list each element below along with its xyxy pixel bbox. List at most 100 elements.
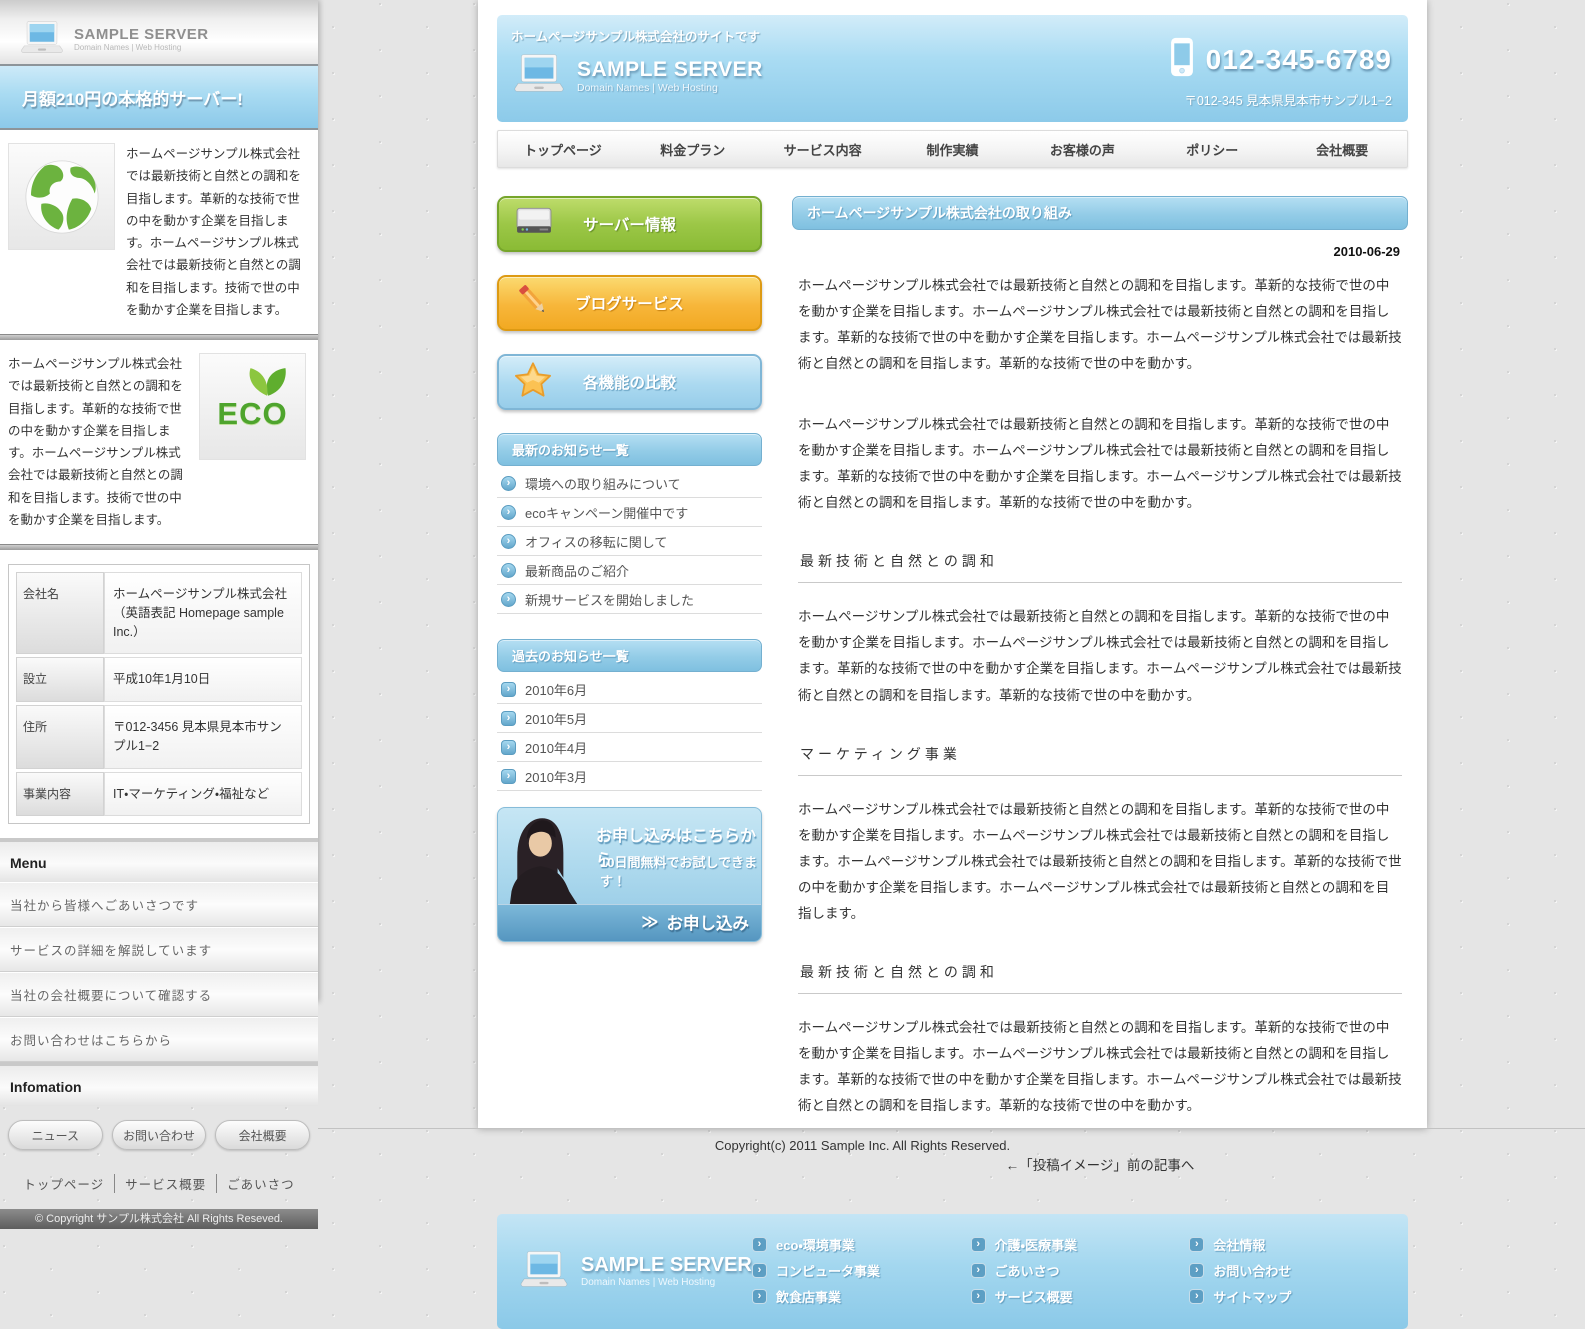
signup-banner[interactable]: お申し込みはこちらから 10日間無料でお試しできます！ ≫ お申し込み <box>497 807 762 942</box>
nav-testimonials[interactable]: お客様の声 <box>1017 131 1147 167</box>
footer-link[interactable]: › サービス概要 <box>971 1287 1190 1306</box>
sidebar-item-contact[interactable]: お問い合わせはこちらから <box>0 1017 318 1062</box>
phone-icon <box>1170 37 1194 82</box>
table-row: 事業内容 IT・マーケティング・福祉など <box>16 772 302 817</box>
row-value: 〒012-3456 見本県見本市サンプル1−2 <box>104 705 302 769</box>
news-list: › 環境への取り組みについて › ecoキャンペーン開催中です › オフィスの移… <box>497 469 762 614</box>
footer-link[interactable]: › サイトマップ <box>1189 1287 1408 1306</box>
feature-compare-label: 各機能の比較 <box>583 371 676 393</box>
arrow-circle-icon: › <box>501 534 516 549</box>
footer-link[interactable]: › 介護・医療事業 <box>971 1235 1190 1254</box>
nav-company[interactable]: 会社概要 <box>1277 131 1407 167</box>
sidebar-item-services[interactable]: サービスの詳細を解説しています <box>0 927 318 972</box>
archive-link[interactable]: › 2010年3月 <box>497 762 762 791</box>
article-section-heading: 最新技術と自然との調和 <box>798 551 1402 583</box>
article-paragraph: ホームページサンプル株式会社では最新技術と自然との調和を目指します。革新的な技術… <box>798 1015 1402 1119</box>
signup-banner-line2: 10日間無料でお試しできます！ <box>600 852 761 890</box>
footer-link[interactable]: › eco・環境事業 <box>752 1235 971 1254</box>
article-section-heading: 最新技術と自然との調和 <box>798 962 1402 994</box>
sidebar-item-greeting[interactable]: 当社から皆様へごあいさつです <box>0 882 318 927</box>
sidebar-logo-title: SAMPLE SERVER <box>74 26 209 43</box>
arrow-square-icon: › <box>971 1263 986 1278</box>
pencil-icon <box>515 283 551 324</box>
footer-column: › eco・環境事業 › コンピュータ事業 › 飲食店事業 <box>752 1228 971 1319</box>
news-link[interactable]: › オフィスの移転に関して <box>497 527 762 556</box>
arrow-square-icon: › <box>501 711 516 726</box>
news-link[interactable]: › ecoキャンペーン開催中です <box>497 498 762 527</box>
table-row: 住所 〒012-3456 見本県見本市サンプル1−2 <box>16 705 302 769</box>
sidebar-footer-links: トップページサービス概要ごあいさつ <box>0 1174 318 1193</box>
aside-column: サーバー情報 ブログサービス <box>497 196 762 1174</box>
arrow-square-icon: › <box>752 1289 767 1304</box>
arrow-circle-icon: › <box>501 476 516 491</box>
header-tagline: ホームページサンプル株式会社のサイトです <box>511 26 760 45</box>
leaf-icon <box>245 364 291 403</box>
footer-logo: SAMPLE SERVER Domain Names | Web Hosting <box>497 1214 752 1329</box>
footer-link[interactable]: › コンピュータ事業 <box>752 1261 971 1280</box>
site-logo[interactable]: SAMPLE SERVER Domain Names | Web Hosting <box>513 53 763 98</box>
footer-link[interactable]: › ごあいさつ <box>971 1261 1190 1280</box>
footer-link[interactable]: › 飲食店事業 <box>752 1287 971 1306</box>
link-top-page[interactable]: トップページ <box>13 1174 114 1193</box>
table-row: 会社名 ホームページサンプル株式会社 （英語表記 Homepage sample… <box>16 572 302 654</box>
sidebar-about-text-2: ホームページサンプル株式会社では最新技術と自然との調和を目指します。革新的な技術… <box>8 353 188 531</box>
sidebar-copyright: © Copyright サンプル株式会社 All Rights Reseved. <box>0 1209 318 1229</box>
header-contact: 012-345-6789 〒012-345 見本県見本市サンプル1−2 <box>1170 37 1392 109</box>
arrow-square-icon: › <box>1189 1237 1204 1252</box>
server-info-button[interactable]: サーバー情報 <box>497 196 762 252</box>
blog-service-button[interactable]: ブログサービス <box>497 275 762 331</box>
footer-column: › 介護・医療事業 › ごあいさつ › サービス概要 <box>971 1228 1190 1319</box>
row-label: 設立 <box>16 657 104 702</box>
signup-cta[interactable]: ≫ お申し込み <box>641 910 749 934</box>
row-value: IT・マーケティング・福祉など <box>104 772 302 817</box>
menu-heading: Menu <box>0 838 318 882</box>
table-row: 設立 平成10年1月10日 <box>16 657 302 702</box>
signup-cta-label: お申し込み <box>667 910 750 934</box>
nav-works[interactable]: 制作実績 <box>888 131 1018 167</box>
laptop-icon <box>20 20 64 59</box>
sidebar-logo: SAMPLE SERVER Domain Names | Web Hosting <box>0 0 318 64</box>
main-panel: ホームページサンプル株式会社のサイトです SAMPLE SERVER Domai… <box>478 0 1427 1128</box>
feature-compare-button[interactable]: 各機能の比較 <box>497 354 762 410</box>
page-copyright: Copyright(c) 2011 Sample Inc. All Rights… <box>318 1128 1585 1163</box>
footer-link[interactable]: › お問い合わせ <box>1189 1261 1408 1280</box>
archive-link[interactable]: › 2010年5月 <box>497 704 762 733</box>
row-label: 事業内容 <box>16 772 104 817</box>
news-button[interactable]: ニュース <box>8 1120 103 1150</box>
laptop-icon <box>519 1250 569 1293</box>
link-service-overview[interactable]: サービス概要 <box>114 1174 216 1193</box>
nav-top-page[interactable]: トップページ <box>498 131 628 167</box>
arrow-square-icon: › <box>752 1263 767 1278</box>
row-label: 住所 <box>16 705 104 769</box>
archive-link[interactable]: › 2010年6月 <box>497 675 762 704</box>
article-body: ホームページサンプル株式会社では最新技術と自然との調和を目指します。革新的な技術… <box>792 273 1408 1174</box>
article-column: ホームページサンプル株式会社の取り組み 2010-06-29 ホームページサンプ… <box>792 196 1408 1174</box>
sidebar-banner: 月額210円の本格的サーバー! <box>0 64 318 130</box>
company-button[interactable]: 会社概要 <box>215 1120 310 1150</box>
row-value: 平成10年1月10日 <box>104 657 302 702</box>
arrow-circle-icon: › <box>501 505 516 520</box>
footer-logo-title: SAMPLE SERVER <box>581 1254 752 1277</box>
nav-pricing[interactable]: 料金プラン <box>628 131 758 167</box>
arrow-square-icon: › <box>501 769 516 784</box>
sidebar-item-company[interactable]: 当社の会社概要について確認する <box>0 972 318 1017</box>
news-link[interactable]: › 環境への取り組みについて <box>497 469 762 498</box>
site-footer: SAMPLE SERVER Domain Names | Web Hosting… <box>497 1214 1408 1329</box>
nav-policy[interactable]: ポリシー <box>1147 131 1277 167</box>
archive-list: › 2010年6月 › 2010年5月 › 2010年4月 › 2010年3月 <box>497 675 762 791</box>
site-header: ホームページサンプル株式会社のサイトです SAMPLE SERVER Domai… <box>497 15 1408 122</box>
archive-link[interactable]: › 2010年4月 <box>497 733 762 762</box>
nav-services[interactable]: サービス内容 <box>758 131 888 167</box>
link-greeting[interactable]: ごあいさつ <box>216 1174 305 1193</box>
footer-link[interactable]: › 会社情報 <box>1189 1235 1408 1254</box>
arrow-circle-icon: › <box>501 563 516 578</box>
logo-title: SAMPLE SERVER <box>577 58 763 82</box>
news-link[interactable]: › 新規サービスを開始しました <box>497 585 762 614</box>
article-title-bar: ホームページサンプル株式会社の取り組み <box>792 196 1408 230</box>
news-link[interactable]: › 最新商品のご紹介 <box>497 556 762 585</box>
arrow-square-icon: › <box>501 682 516 697</box>
contact-button[interactable]: お問い合わせ <box>112 1120 207 1150</box>
company-info-table: 会社名 ホームページサンプル株式会社 （英語表記 Homepage sample… <box>8 564 310 824</box>
double-arrow-icon: ≫ <box>641 912 658 932</box>
server-info-label: サーバー情報 <box>583 213 676 235</box>
